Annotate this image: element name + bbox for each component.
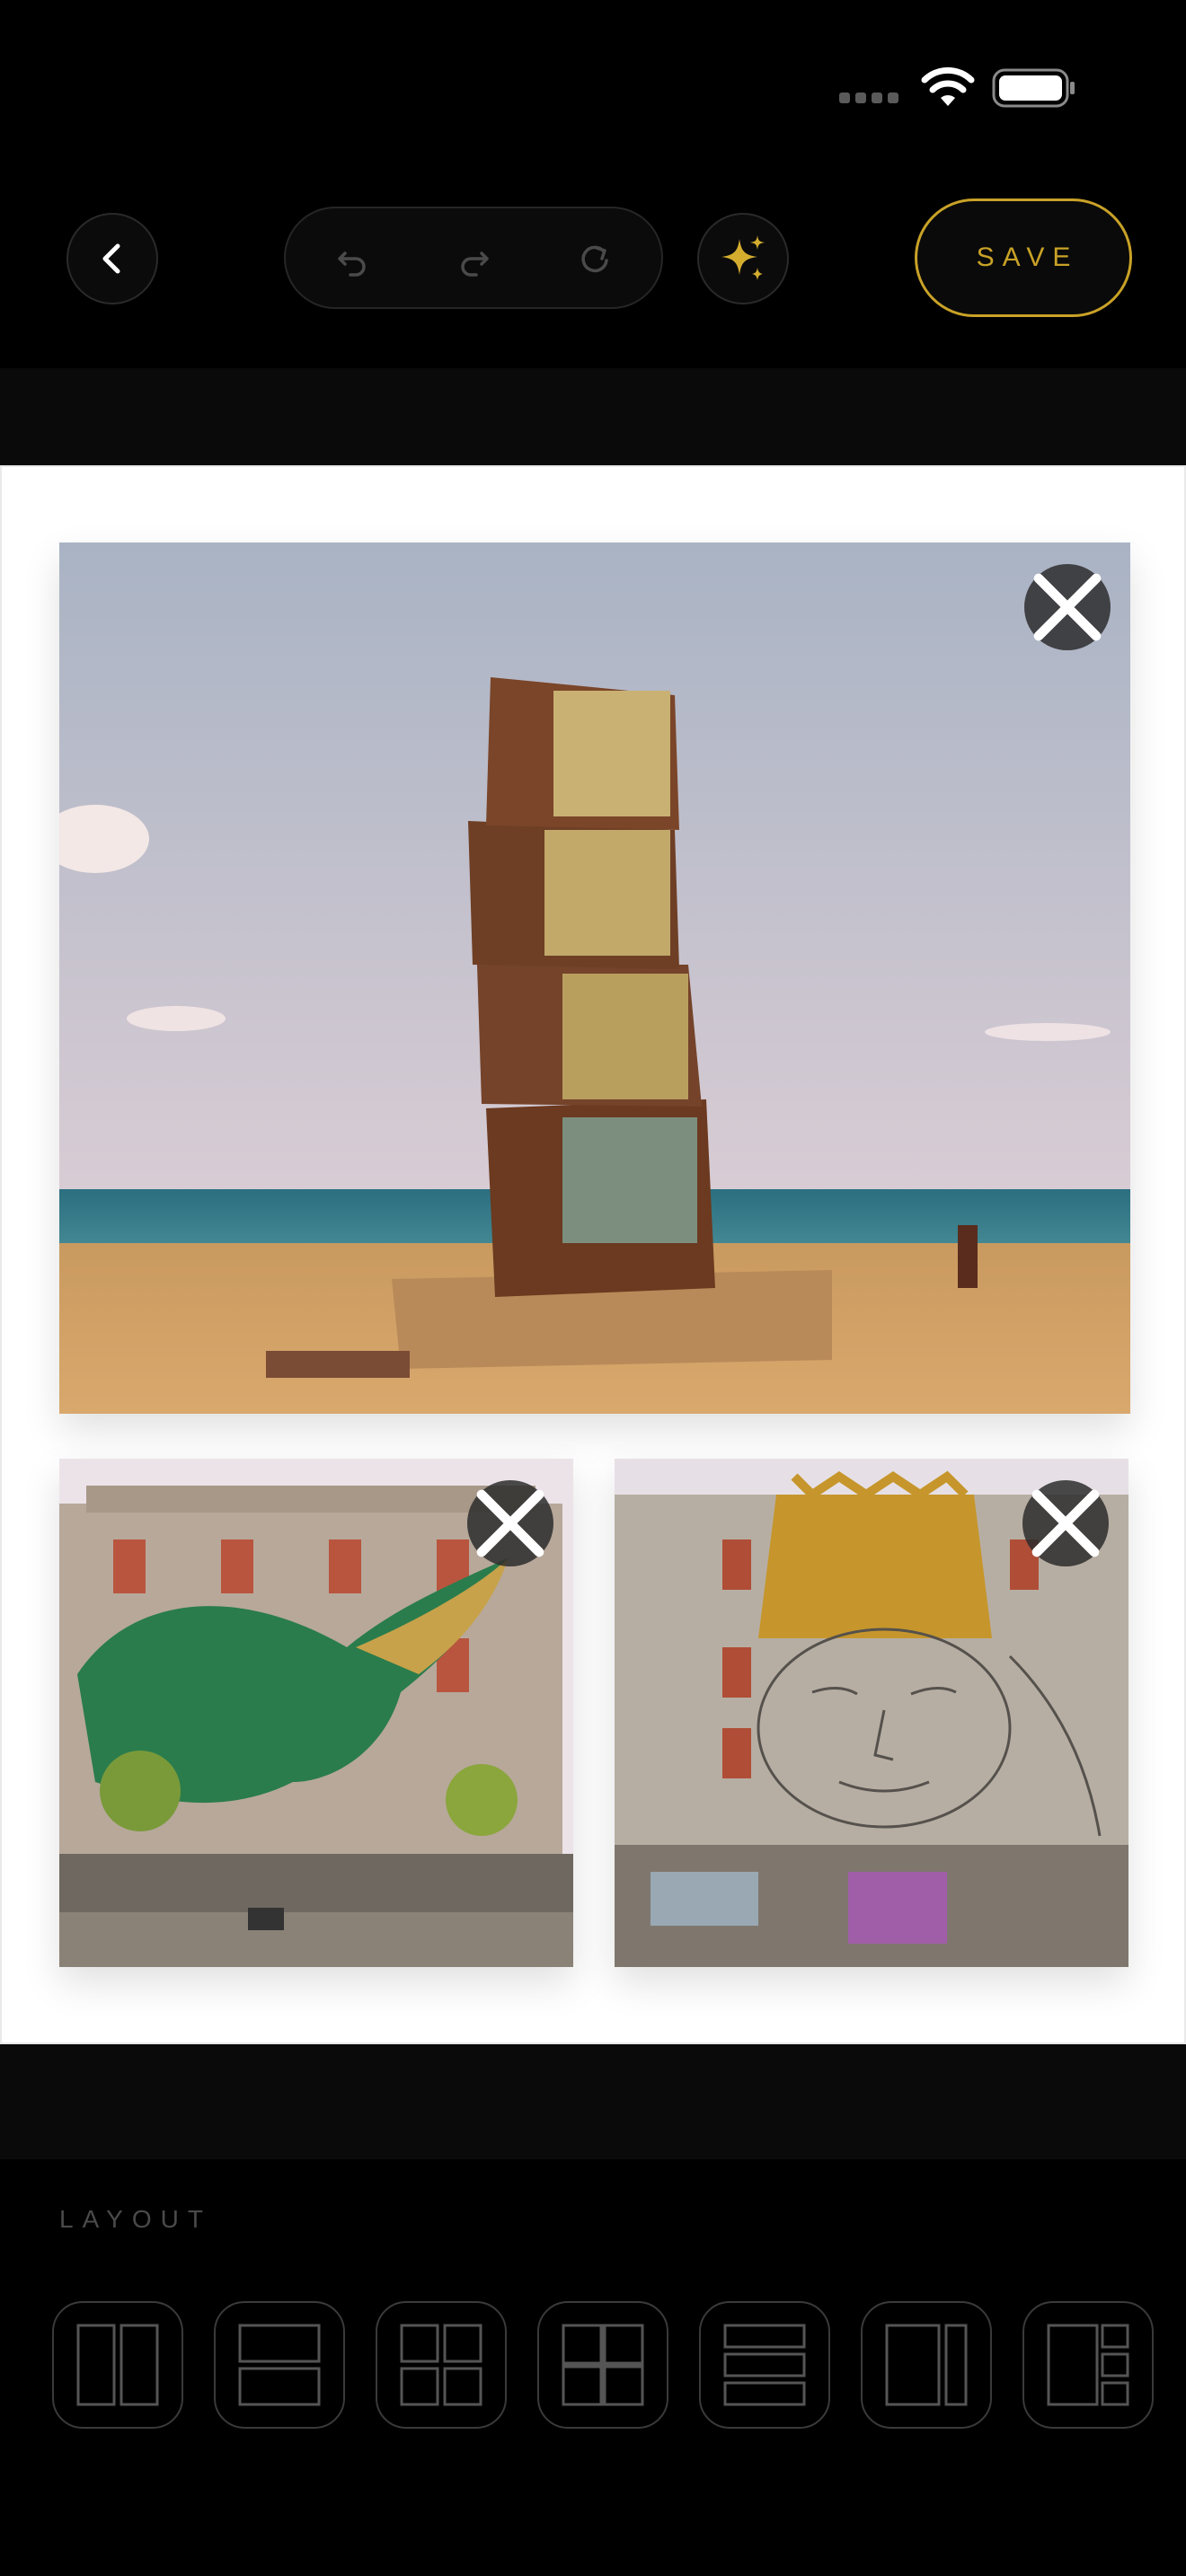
undo-button[interactable]	[329, 235, 376, 282]
collage-canvas	[0, 465, 1186, 2044]
undo-icon	[338, 251, 366, 277]
history-controls	[284, 207, 663, 309]
canvas-top-margin	[0, 368, 1186, 465]
battery-icon	[992, 68, 1075, 108]
reset-icon	[581, 245, 608, 273]
close-icon	[1033, 573, 1102, 641]
layout-option-four-grid[interactable]	[376, 2301, 507, 2429]
back-button[interactable]	[66, 213, 158, 304]
layout-option-two-rows[interactable]	[214, 2301, 345, 2429]
layout-option-wide-left[interactable]	[861, 2301, 992, 2429]
redo-icon	[461, 251, 489, 277]
photo-beach-tower[interactable]	[59, 543, 1130, 1414]
redo-button[interactable]	[451, 235, 498, 282]
wide-left-column-icon	[885, 2324, 968, 2406]
four-grid-icon	[400, 2324, 482, 2406]
close-icon	[476, 1489, 544, 1557]
signal-dots-icon	[839, 93, 898, 103]
remove-photo-button[interactable]	[1022, 1480, 1109, 1566]
magic-enhance-button[interactable]	[697, 213, 789, 304]
layout-option-left-large-right-three[interactable]	[1022, 2301, 1154, 2429]
sparkles-icon	[721, 235, 765, 280]
left-large-right-three-icon	[1047, 2324, 1129, 2406]
close-icon	[1031, 1489, 1100, 1557]
four-grid-thick-icon	[562, 2324, 644, 2406]
two-rows-icon	[238, 2324, 321, 2406]
two-columns-icon	[76, 2324, 159, 2406]
photo-face-mural[interactable]	[615, 1459, 1128, 1967]
layout-option-two-columns[interactable]	[52, 2301, 183, 2429]
save-button[interactable]: SAVE	[915, 198, 1132, 317]
beach-tower-image	[59, 543, 1130, 1414]
chevron-left-icon	[102, 243, 120, 274]
layout-option-four-grid-thick[interactable]	[537, 2301, 668, 2429]
layout-option-three-rows[interactable]	[699, 2301, 830, 2429]
status-bar	[0, 0, 1186, 180]
canvas-bottom-margin	[0, 2044, 1186, 2159]
layout-section-label: LAYOUT	[59, 2205, 212, 2233]
three-rows-icon	[723, 2324, 806, 2406]
reset-button[interactable]	[571, 235, 618, 282]
wifi-icon	[921, 66, 975, 106]
remove-photo-button[interactable]	[467, 1480, 553, 1566]
photo-green-mural[interactable]	[59, 1459, 573, 1967]
remove-photo-button[interactable]	[1024, 564, 1111, 650]
